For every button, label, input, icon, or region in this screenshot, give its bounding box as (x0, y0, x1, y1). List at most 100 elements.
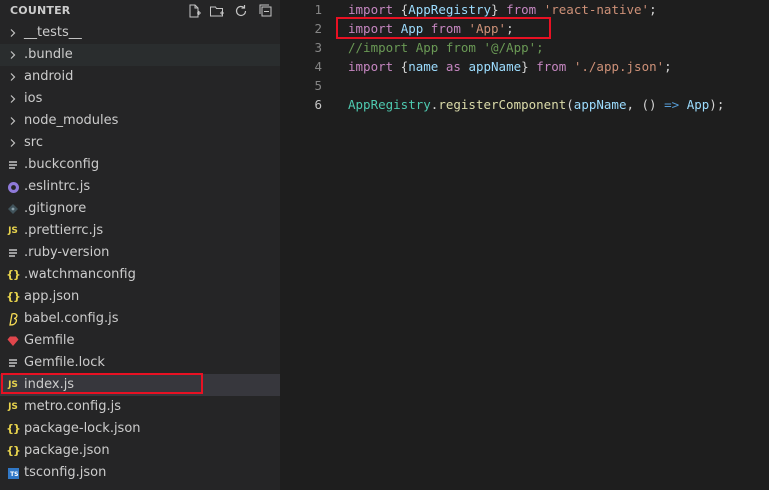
code-token: ( (566, 97, 574, 112)
code-token: App (686, 97, 710, 112)
code-token: //import App from '@/App'; (348, 40, 544, 55)
git-icon (6, 198, 20, 220)
explorer-header: COUNTER (0, 0, 280, 22)
explorer-title: COUNTER (10, 4, 71, 17)
line-number: 3 (314, 40, 322, 55)
code-line[interactable]: 5 (280, 76, 769, 95)
code-token: 'react-native' (543, 2, 650, 17)
chevron-right-icon (6, 110, 20, 132)
code-text: import {name as appName} from './app.jso… (348, 57, 672, 76)
file-item[interactable]: {} app.json (0, 286, 280, 308)
collapse-all-icon[interactable] (258, 3, 274, 19)
code-token: AppRegistry (348, 97, 431, 112)
code-token: import (348, 2, 394, 17)
js-file-icon: JS (8, 402, 18, 412)
code-line[interactable]: 4 import {name as appName} from './app.js… (280, 57, 769, 76)
file-item[interactable]: babel.config.js (0, 308, 280, 330)
code-editor[interactable]: 1 import {AppRegistry} from 'react-native… (280, 0, 769, 490)
code-token: ; (649, 2, 657, 17)
line-number: 5 (314, 78, 322, 93)
code-token: } (491, 2, 507, 17)
code-token: } (521, 59, 537, 74)
ruby-icon (6, 330, 20, 352)
file-item[interactable]: Gemfile (0, 330, 280, 352)
babel-icon (6, 308, 20, 330)
file-item[interactable]: TS tsconfig.json (0, 462, 280, 484)
explorer-sidebar: COUNTER __tests__ .bundle android ios node_m… (0, 0, 280, 490)
code-token: from (536, 59, 567, 74)
chevron-right-icon (6, 132, 20, 154)
code-token: => (664, 97, 680, 112)
chevron-right-icon (6, 66, 20, 88)
code-token: appName (573, 97, 627, 112)
tree-item-label: .buckconfig (24, 157, 100, 172)
code-text: AppRegistry.registerComponent(appName, (… (348, 95, 724, 114)
code-line[interactable]: 3 //import App from '@/App'; (280, 38, 769, 57)
tree-item-label: node_modules (24, 113, 119, 128)
folder-item[interactable]: ios (0, 88, 280, 110)
code-line[interactable]: 6 AppRegistry.registerComponent(appName, … (280, 95, 769, 114)
code-token: appName (468, 59, 522, 74)
code-token: as (445, 59, 461, 74)
code-token: , () (626, 97, 665, 112)
tree-item-label: babel.config.js (24, 311, 119, 326)
line-number: 4 (314, 59, 322, 74)
folder-item[interactable]: node_modules (0, 110, 280, 132)
chevron-right-icon (6, 22, 20, 44)
file-item[interactable]: {} .watchmanconfig (0, 264, 280, 286)
tree-item-label: android (24, 69, 74, 84)
tree-item-label: app.json (24, 289, 80, 304)
ts-file-icon: TS (6, 462, 20, 484)
folder-item[interactable]: .bundle (0, 44, 280, 66)
code-token: { (393, 2, 409, 17)
file-item[interactable]: {} package.json (0, 440, 280, 462)
json-file-icon: {} (6, 290, 21, 303)
code-token: { (393, 59, 409, 74)
file-item[interactable]: Gemfile.lock (0, 352, 280, 374)
code-token: './app.json' (573, 59, 665, 74)
tree-item-label: metro.config.js (24, 399, 121, 414)
file-item[interactable]: .eslintrc.js (0, 176, 280, 198)
code-token: registerComponent (438, 97, 567, 112)
code-token: import (348, 59, 394, 74)
line-number: 1 (314, 2, 322, 17)
tree-item-label: Gemfile.lock (24, 355, 105, 370)
json-file-icon: {} (6, 268, 21, 281)
tree-item-label: tsconfig.json (24, 465, 107, 480)
chevron-right-icon (6, 88, 20, 110)
folder-item[interactable]: __tests__ (0, 22, 280, 44)
file-item[interactable]: .ruby-version (0, 242, 280, 264)
chevron-right-icon (6, 44, 20, 66)
js-file-icon: JS (8, 226, 18, 236)
code-token: AppRegistry (408, 2, 492, 17)
code-token: from (506, 2, 537, 17)
folder-item[interactable]: src (0, 132, 280, 154)
tree-item-label: package.json (24, 443, 110, 458)
line-number: 6 (314, 97, 322, 112)
file-item[interactable]: .buckconfig (0, 154, 280, 176)
tree-item-label: .prettierrc.js (24, 223, 104, 238)
highlight-box-line-2 (336, 17, 551, 39)
text-file-icon (6, 242, 20, 264)
eslint-icon (6, 176, 20, 198)
tree-item-label: .bundle (24, 47, 73, 62)
refresh-icon[interactable] (233, 3, 249, 19)
text-file-icon (6, 352, 20, 374)
tree-item-label: __tests__ (24, 25, 82, 40)
file-item[interactable]: JS .prettierrc.js (0, 220, 280, 242)
tree-item-label: package-lock.json (24, 421, 141, 436)
line-number: 2 (314, 21, 322, 36)
file-item[interactable]: .gitignore (0, 198, 280, 220)
highlight-box-index-file (1, 373, 203, 394)
code-token: ; (664, 59, 672, 74)
folder-item[interactable]: android (0, 66, 280, 88)
tree-item-label: .watchmanconfig (24, 267, 136, 282)
new-file-icon[interactable] (186, 3, 202, 19)
file-item[interactable]: JS metro.config.js (0, 396, 280, 418)
tree-item-label: Gemfile (24, 333, 75, 348)
file-item[interactable]: {} package-lock.json (0, 418, 280, 440)
new-folder-icon[interactable] (209, 3, 225, 19)
